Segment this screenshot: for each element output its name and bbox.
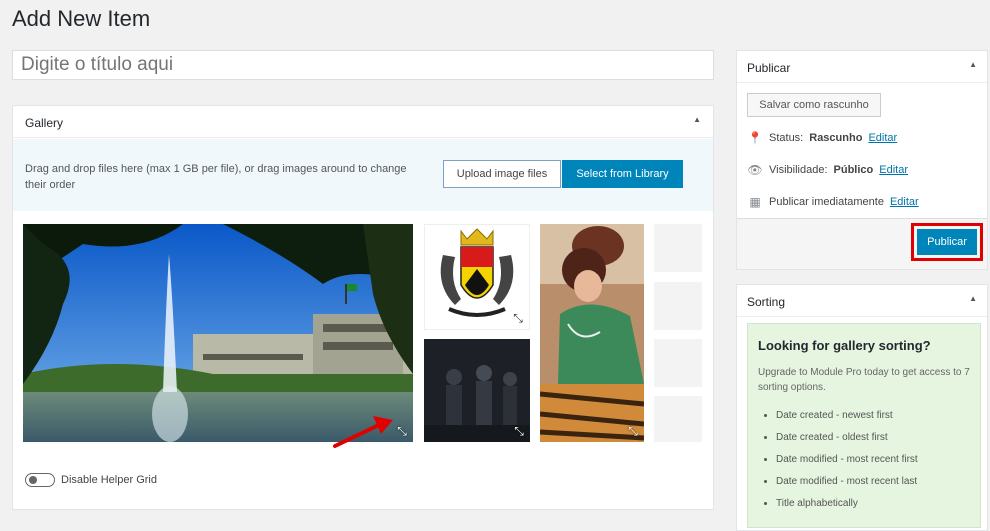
- publish-header[interactable]: Publicar ▲: [737, 51, 987, 83]
- promo-description: Upgrade to Module Pro today to get acces…: [758, 367, 970, 393]
- publish-box: Publicar ▲ Salvar como rascunho 📍 Status…: [736, 50, 988, 270]
- resize-icon[interactable]: ⤡: [625, 423, 641, 439]
- gallery-box: Gallery ▲ Drag and drop files here (max …: [12, 105, 714, 510]
- eye-icon: 👁: [747, 163, 763, 177]
- calendar-icon: ▦: [749, 195, 761, 209]
- sorting-options-list: Date created - newest first Date created…: [758, 405, 970, 515]
- pin-icon: 📍: [747, 131, 763, 145]
- grid-placeholder: [654, 282, 702, 330]
- helper-grid-toggle[interactable]: [25, 473, 55, 487]
- edit-schedule-link[interactable]: Editar: [890, 196, 919, 208]
- sorting-promo: Looking for gallery sorting? Upgrade to …: [747, 323, 981, 528]
- upload-instructions: Drag and drop files here (max 1 GB per f…: [25, 163, 407, 191]
- select-library-button[interactable]: Select from Library: [562, 160, 683, 188]
- publish-title: Publicar: [747, 61, 791, 75]
- gallery-image-campus[interactable]: ⤡: [23, 224, 413, 442]
- list-item: Date modified - most recent first: [776, 449, 970, 471]
- gallery-image-student[interactable]: ⤡: [540, 224, 644, 442]
- save-draft-button[interactable]: Salvar como rascunho: [747, 93, 881, 117]
- collapse-arrow-icon[interactable]: ▲: [969, 60, 977, 69]
- helper-grid-row[interactable]: Disable Helper Grid: [25, 471, 157, 489]
- list-item: Date modified - most recent last: [776, 471, 970, 493]
- edit-visibility-link[interactable]: Editar: [879, 164, 908, 176]
- upload-files-button[interactable]: Upload image files: [443, 160, 561, 188]
- campus-image: [23, 224, 413, 442]
- collapse-arrow-icon[interactable]: ▲: [969, 294, 977, 303]
- list-item: Title alphabetically: [776, 493, 970, 515]
- visibility-value: Público: [833, 164, 874, 176]
- list-item: Date created - newest first: [776, 405, 970, 427]
- visibility-row: 👁 Visibilidade: Público Editar: [747, 163, 908, 177]
- helper-grid-label: Disable Helper Grid: [61, 474, 157, 486]
- visibility-label: Visibilidade:: [769, 164, 828, 176]
- collapse-arrow-icon[interactable]: ▲: [693, 115, 701, 124]
- resize-icon[interactable]: ⤡: [511, 423, 527, 439]
- sorting-title: Sorting: [747, 295, 786, 309]
- title-input[interactable]: [12, 50, 714, 80]
- grid-placeholder: [654, 224, 702, 272]
- schedule-label: Publicar imediatamente: [769, 196, 884, 208]
- gallery-title: Gallery: [25, 116, 64, 130]
- gallery-grid: ⤡ ⤡ ⤡ ⤡: [13, 212, 713, 462]
- sorting-header[interactable]: Sorting ▲: [737, 285, 987, 317]
- publish-button[interactable]: Publicar: [917, 229, 977, 255]
- schedule-row: ▦ Publicar imediatamente Editar: [747, 195, 919, 209]
- edit-status-link[interactable]: Editar: [868, 132, 897, 144]
- annotation-arrow-icon: [333, 416, 393, 448]
- upload-bar[interactable]: Drag and drop files here (max 1 GB per f…: [13, 139, 713, 211]
- sorting-box: Sorting ▲ Looking for gallery sorting? U…: [736, 284, 988, 531]
- status-value: Rascunho: [809, 132, 863, 144]
- grid-placeholder: [654, 396, 702, 442]
- publish-footer: Publicar: [737, 218, 987, 269]
- promo-title: Looking for gallery sorting?: [758, 338, 931, 353]
- grid-placeholder: [654, 339, 702, 387]
- publish-highlight: Publicar: [911, 223, 983, 261]
- gallery-image-night-scene[interactable]: ⤡: [424, 339, 530, 442]
- resize-icon[interactable]: ⤡: [510, 310, 526, 326]
- status-row: 📍 Status: Rascunho Editar: [747, 131, 898, 145]
- student-image: [540, 224, 644, 442]
- list-item: Date created - oldest first: [776, 427, 970, 449]
- gallery-header[interactable]: Gallery ▲: [13, 106, 713, 138]
- status-label: Status:: [769, 132, 804, 144]
- page-title: Add New Item: [12, 6, 151, 31]
- gallery-image-coat-of-arms[interactable]: ⤡: [424, 224, 530, 330]
